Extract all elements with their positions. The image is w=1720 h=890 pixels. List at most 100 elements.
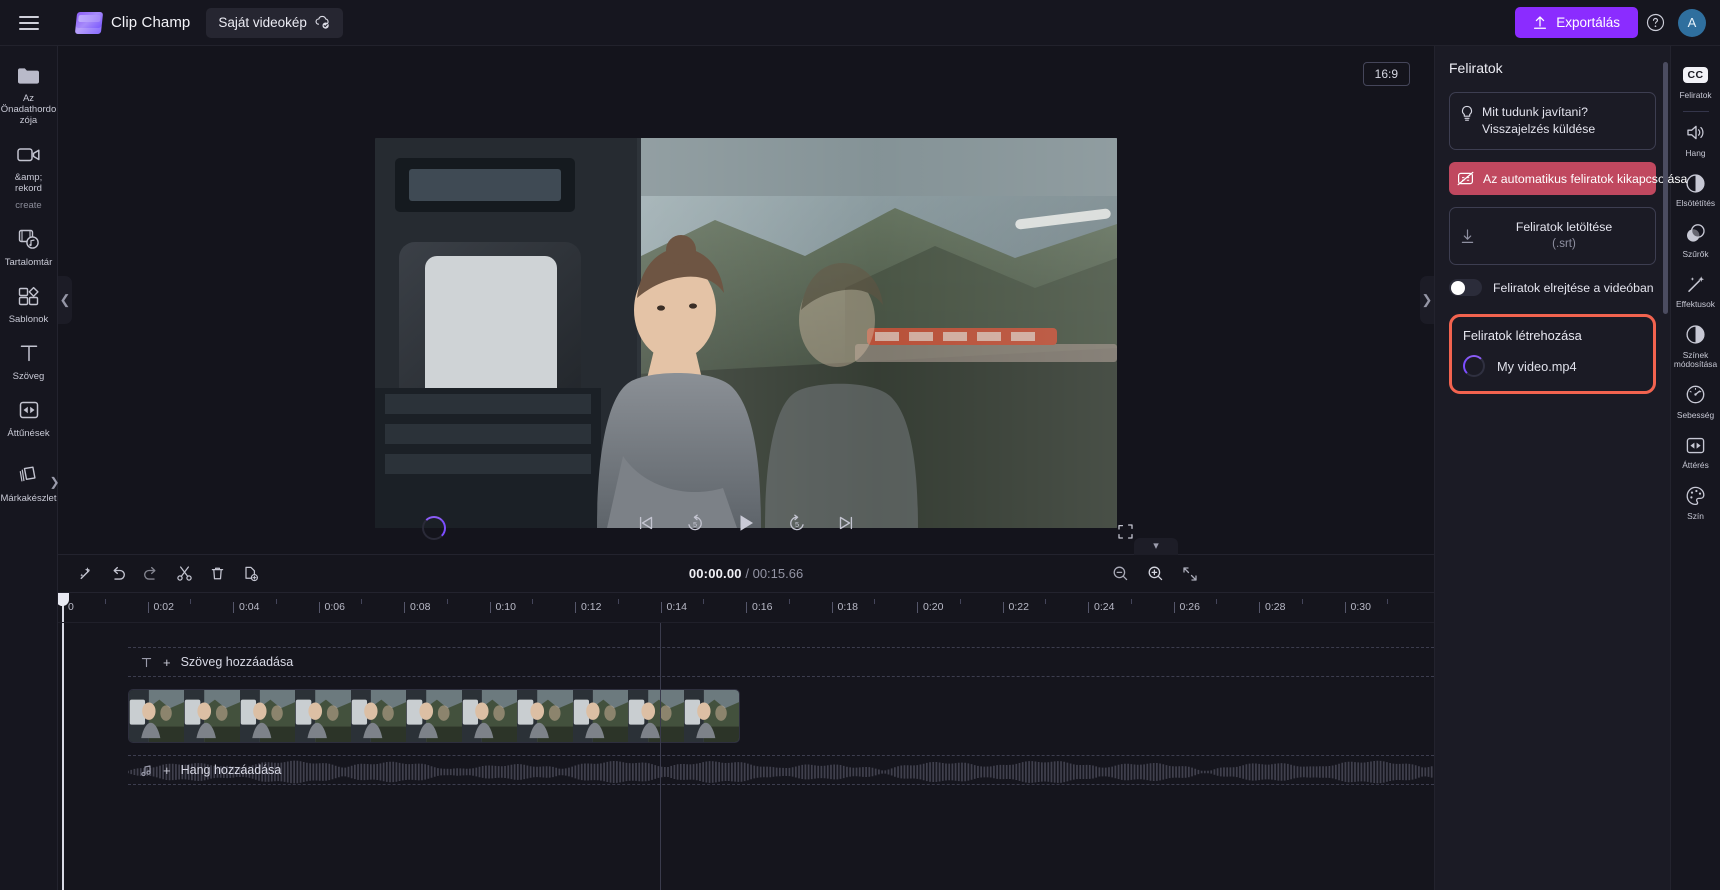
sidebar-item-record-create[interactable]: &amp; rekord create	[0, 133, 58, 218]
split-button[interactable]	[169, 560, 199, 588]
ruler-minor-tick	[617, 599, 619, 604]
transport-controls: 5 5	[58, 512, 1434, 534]
collapse-right-panel-button[interactable]: ❯	[1420, 276, 1434, 324]
undo-button[interactable]	[103, 560, 133, 588]
right-item-color[interactable]: Szín	[1671, 477, 1720, 528]
clip-thumbnail	[184, 690, 240, 742]
brand-logo-area[interactable]: Clip Champ	[74, 11, 191, 34]
ruler-minor-tick	[446, 599, 448, 604]
right-item-captions[interactable]: CC Feliratok	[1671, 56, 1720, 107]
text-t-icon	[140, 656, 153, 669]
panel-scrollbar[interactable]	[1663, 62, 1668, 314]
forward-5s-button[interactable]: 5	[787, 513, 807, 533]
track-add-audio[interactable]: + Hang hozzáadása	[128, 755, 1434, 785]
video-clip[interactable]	[128, 689, 740, 743]
project-name-label: Saját videokép	[218, 15, 307, 30]
export-button[interactable]: Exportálás	[1515, 7, 1638, 38]
ruler-minor-tick	[874, 599, 876, 604]
right-item-audio[interactable]: Hang	[1671, 114, 1720, 165]
ruler-tick: 0:08	[403, 601, 431, 613]
right-item-effects[interactable]: Effektusok	[1671, 265, 1720, 316]
ruler-minor-tick	[703, 599, 705, 604]
filters-icon	[1685, 223, 1706, 245]
skip-to-end-button[interactable]	[837, 514, 855, 532]
sidebar-item-templates[interactable]: Sablonok	[0, 275, 58, 332]
right-item-speed[interactable]: Sebesség	[1671, 376, 1720, 427]
current-time: 00:00.00	[688, 566, 742, 581]
track-add-text[interactable]: + Szöveg hozzáadása	[128, 647, 1434, 677]
download-captions-button[interactable]: Feliratok letöltése (.srt)	[1449, 207, 1656, 265]
rewind-5s-button[interactable]: 5	[685, 513, 705, 533]
right-label-speed: Sebesség	[1676, 409, 1715, 420]
sidebar-item-content-library[interactable]: Tartalomtár	[0, 218, 58, 275]
zoom-in-button[interactable]	[1147, 565, 1164, 582]
ruler-tick: 0:18	[831, 601, 858, 613]
download-captions-format: (.srt)	[1552, 238, 1576, 250]
center-column: 16:9 ❮ ❯ 5 5 ▾ 00:00.00 / 00:15.66 0 0:0…	[58, 46, 1434, 890]
sidebar-item-text[interactable]: Szöveg	[0, 332, 58, 389]
sidebar-item-your-media[interactable]: Az Önadathordozója	[0, 54, 58, 133]
panel-title: Feliratok	[1449, 60, 1503, 76]
ruler-tick: 0:02	[147, 601, 174, 613]
hide-captions-toggle[interactable]	[1449, 279, 1482, 296]
hide-captions-label: Feliratok elrejtése a videóban	[1493, 280, 1654, 295]
ruler-tick: 0:14	[660, 601, 687, 613]
hamburger-icon	[19, 12, 39, 34]
left-sidebar: Az Önadathordozója &amp; rekord create T…	[0, 46, 60, 890]
sidebar-item-brand-kit[interactable]: Márkakészlet ❯	[0, 454, 60, 511]
sidebar-label-templates: Sablonok	[8, 314, 49, 325]
right-item-transition[interactable]: Áttérés	[1671, 426, 1720, 477]
sidebar-item-transitions[interactable]: Áttűnések	[0, 389, 58, 446]
right-item-filters[interactable]: Szűrők	[1671, 215, 1720, 266]
clip-thumbnail	[683, 690, 739, 742]
music-note-icon	[140, 764, 153, 777]
project-name-chip[interactable]: Saját videokép	[206, 7, 343, 38]
brand-name: Clip Champ	[111, 14, 191, 31]
redo-button[interactable]	[136, 560, 166, 588]
duplicate-button[interactable]	[235, 560, 265, 588]
hide-captions-toggle-row[interactable]: Feliratok elrejtése a videóban	[1449, 279, 1656, 296]
disable-auto-captions-button[interactable]: Az automatikus feliratok kikapcsolása	[1449, 162, 1687, 195]
right-label-adjust-colors: Színek módosítása	[1673, 349, 1718, 369]
ruler-tick: 0:20	[916, 601, 944, 613]
hamburger-menu-button[interactable]	[0, 12, 58, 34]
right-item-adjust-colors[interactable]: Színek módosítása	[1671, 316, 1720, 376]
sidebar-label-brand-kit: Márkakészlet	[0, 493, 57, 504]
timeline-tracks: + Szöveg hozzáadása + Hang hozzáadása	[58, 623, 1434, 890]
right-label-color: Szín	[1687, 510, 1704, 521]
download-captions-label: Feliratok letöltése	[1515, 220, 1613, 234]
feedback-card[interactable]: Mit tudunk javítani? Visszajelzés küldés…	[1449, 92, 1656, 150]
aspect-ratio-button[interactable]: 16:9	[1362, 62, 1410, 86]
avatar-initial: A	[1687, 15, 1697, 30]
preview-stage: 16:9 ❮ ❯ 5 5	[58, 46, 1434, 554]
timeline-time-display: 00:00.00 / 00:15.66	[689, 566, 803, 581]
video-preview[interactable]	[375, 138, 1117, 528]
fullscreen-button[interactable]	[1117, 523, 1134, 540]
magic-wand-button[interactable]	[70, 560, 100, 588]
delete-button[interactable]	[202, 560, 232, 588]
sidebar-label-text: Szöveg	[12, 371, 45, 382]
svg-text:5: 5	[795, 520, 799, 529]
speedometer-icon	[1685, 384, 1706, 406]
chevron-left-icon: ❮	[59, 292, 71, 307]
ruler-tick: 0:12	[574, 601, 602, 613]
templates-icon	[17, 284, 41, 308]
palette-icon	[1685, 485, 1706, 507]
zoom-out-button[interactable]	[1112, 565, 1129, 582]
fit-to-screen-button[interactable]	[1182, 566, 1198, 582]
ruler-tick: 0:24	[1087, 601, 1115, 613]
play-button[interactable]	[735, 512, 757, 534]
user-avatar[interactable]: A	[1678, 8, 1706, 37]
clipchamp-logo-icon	[74, 11, 104, 34]
help-button[interactable]	[1638, 13, 1672, 32]
timeline-ruler[interactable]: 0 0:02 0:04 0:06 0:08 0:10 0:12 0:14 0:16 0:18 0:2…	[58, 593, 1434, 623]
timeline-collapse-button[interactable]: ▾	[1134, 538, 1178, 555]
sidebar-label-transitions: Áttűnések	[7, 428, 50, 439]
collapse-left-panel-button[interactable]: ❮	[58, 276, 72, 324]
help-circle-icon	[1646, 13, 1665, 32]
chevron-down-icon: ▾	[1153, 540, 1159, 552]
editor-body: Az Önadathordozója &amp; rekord create T…	[0, 46, 1720, 890]
skip-to-start-button[interactable]	[637, 514, 655, 532]
add-audio-label: Hang hozzáadása	[180, 763, 282, 777]
transitions-icon	[18, 398, 40, 422]
